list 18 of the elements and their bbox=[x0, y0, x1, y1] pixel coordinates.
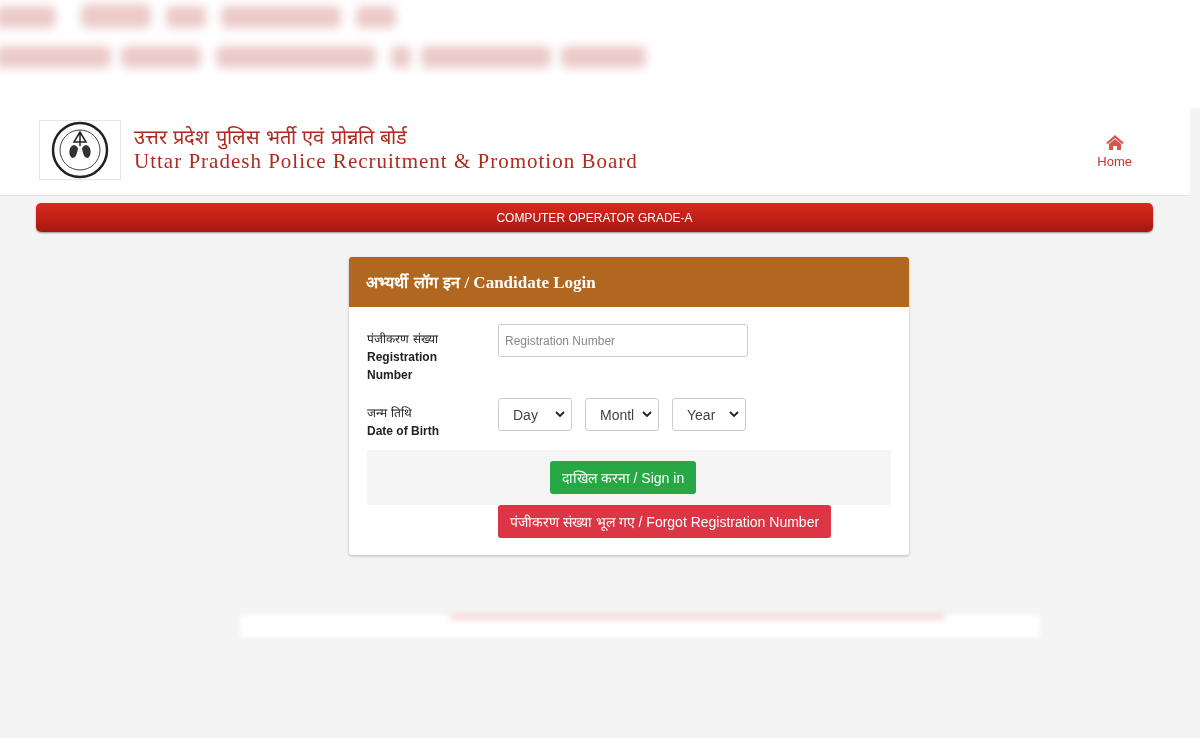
field-label: Registration Number bbox=[367, 349, 438, 384]
forgot-registration-button[interactable]: पंजीकरण संख्या भूल गए / Forgot Registration Number bbox=[498, 505, 832, 538]
registration-number-field[interactable]: Registration Number bbox=[498, 324, 748, 357]
date-select[interactable]: Year bbox=[672, 398, 746, 431]
card-title: अभ्यर्थी लॉग इन / Candidate Login bbox=[366, 272, 596, 293]
chevron-down-icon bbox=[555, 411, 565, 418]
field-label: Date of Birth bbox=[367, 423, 440, 440]
field-label-hindi: पंजीकरण संख्या bbox=[367, 331, 439, 348]
date-select[interactable]: Day bbox=[498, 398, 572, 431]
field-label-hindi: जन्म तिथि bbox=[367, 405, 413, 422]
site-title-hindi: उत्तर प्रदेश पुलिस भर्ती एवं प्रोन्नति बोर्ड bbox=[134, 126, 409, 150]
chevron-down-icon bbox=[642, 411, 652, 418]
home-icon bbox=[1105, 134, 1124, 150]
date-select[interactable]: Montl bbox=[585, 398, 659, 431]
chevron-down-icon bbox=[729, 411, 739, 418]
site-title: Uttar Pradesh Police Recruitment & Promotion Board bbox=[134, 149, 638, 174]
exam-banner: COMPUTER OPERATOR GRADE-A bbox=[36, 203, 1153, 232]
home-link[interactable]: Home bbox=[1097, 134, 1132, 169]
